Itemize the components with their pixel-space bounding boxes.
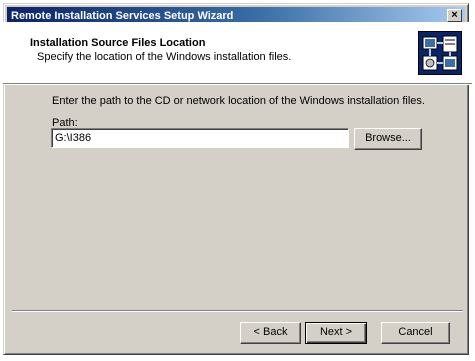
header-divider xyxy=(3,84,472,85)
header-subtitle: Specify the location of the Windows inst… xyxy=(37,51,292,63)
close-icon: × xyxy=(451,9,458,21)
wizard-network-icon xyxy=(418,31,462,75)
cancel-button[interactable]: Cancel xyxy=(381,322,450,344)
back-button[interactable]: < Back xyxy=(240,322,301,344)
footer-separator xyxy=(12,310,463,312)
wizard-header: Installation Source Files Location Speci… xyxy=(3,22,472,84)
path-input[interactable] xyxy=(51,128,349,148)
window-title: Remote Installation Services Setup Wizar… xyxy=(11,10,234,22)
close-button[interactable]: × xyxy=(447,9,462,22)
browse-button[interactable]: Browse... xyxy=(354,128,422,150)
instruction-text: Enter the path to the CD or network loca… xyxy=(52,95,425,107)
header-title: Installation Source Files Location xyxy=(30,37,206,49)
next-button[interactable]: Next > xyxy=(305,322,367,344)
